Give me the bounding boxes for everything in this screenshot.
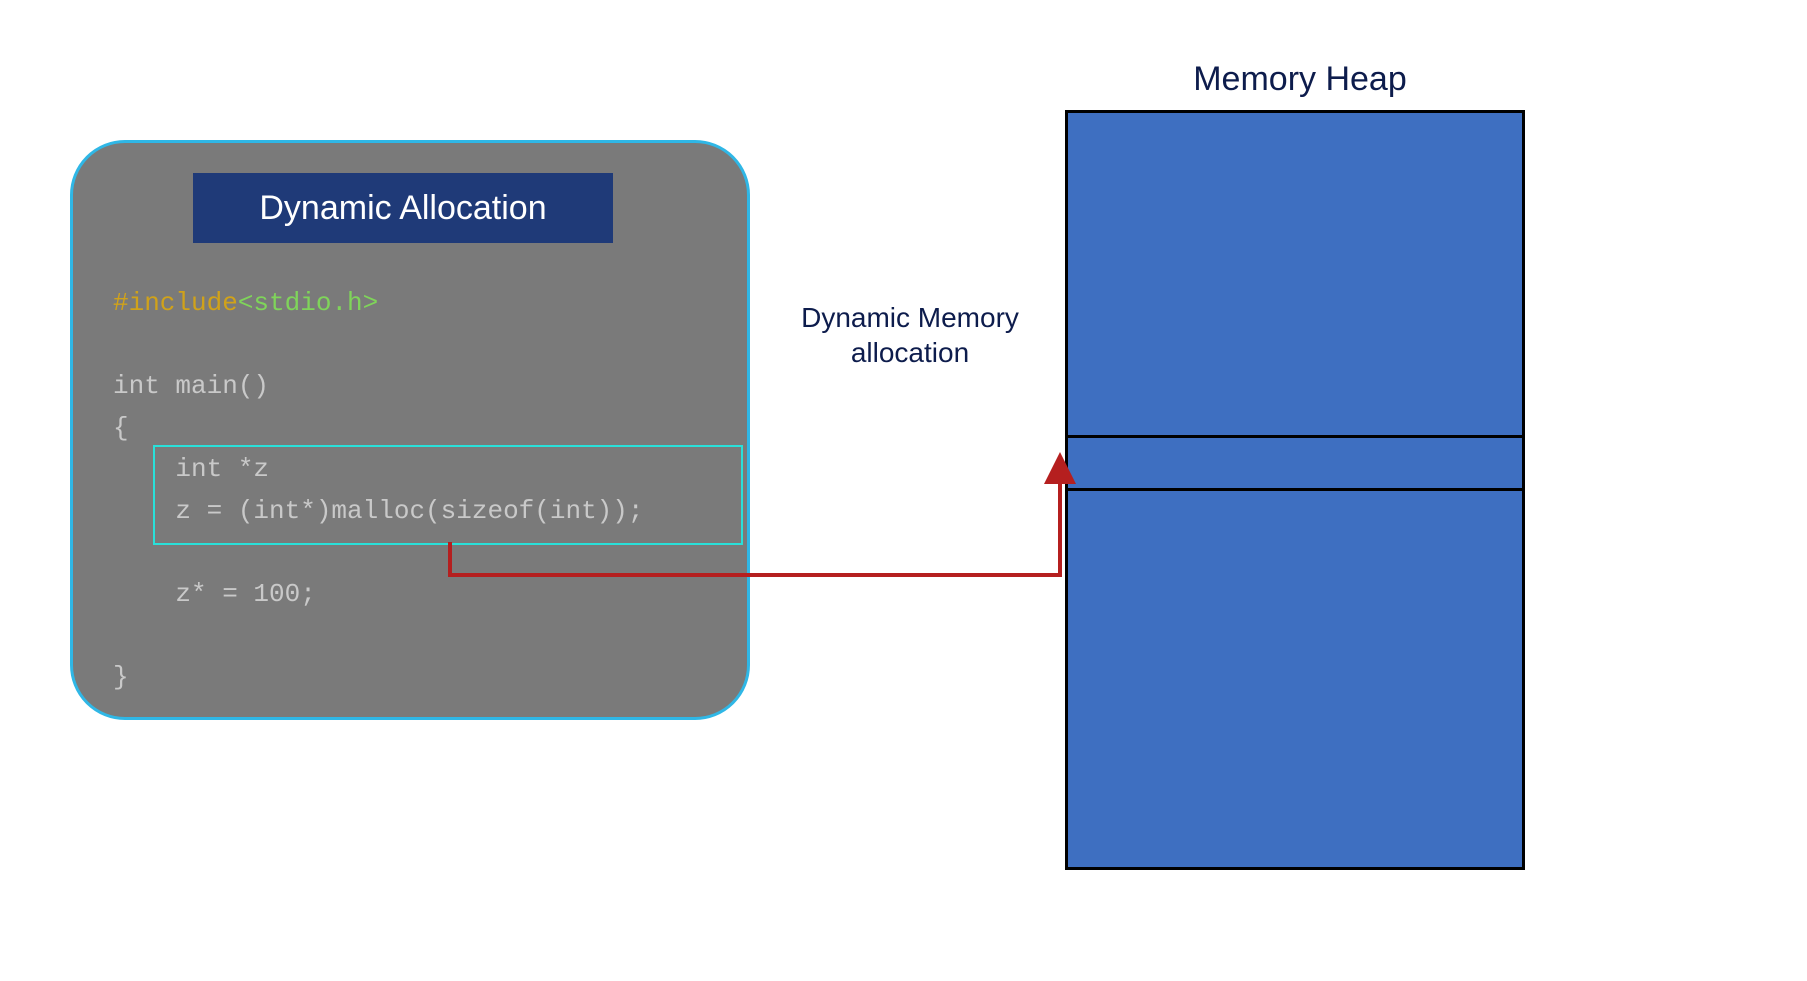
panel-title: Dynamic Allocation	[193, 173, 613, 243]
heap-allocated-slot	[1068, 435, 1522, 491]
memory-heap	[1065, 110, 1525, 870]
code-include-header: <stdio.h>	[238, 288, 378, 318]
malloc-highlight-box	[153, 445, 743, 545]
arrow-label: Dynamic Memory allocation	[760, 300, 1060, 370]
panel-title-text: Dynamic Allocation	[259, 189, 546, 228]
code-line-close: }	[113, 662, 129, 692]
code-line-open: {	[113, 413, 129, 443]
code-include-kw: #include	[113, 288, 238, 318]
code-line-assign: z* = 100;	[113, 579, 316, 609]
code-line-main: int main()	[113, 371, 269, 401]
arrow-label-text: Dynamic Memory allocation	[801, 302, 1019, 368]
code-panel: Dynamic Allocation #include<stdio.h> int…	[70, 140, 750, 720]
heap-title: Memory Heap	[1085, 60, 1515, 99]
heap-title-text: Memory Heap	[1193, 60, 1407, 98]
